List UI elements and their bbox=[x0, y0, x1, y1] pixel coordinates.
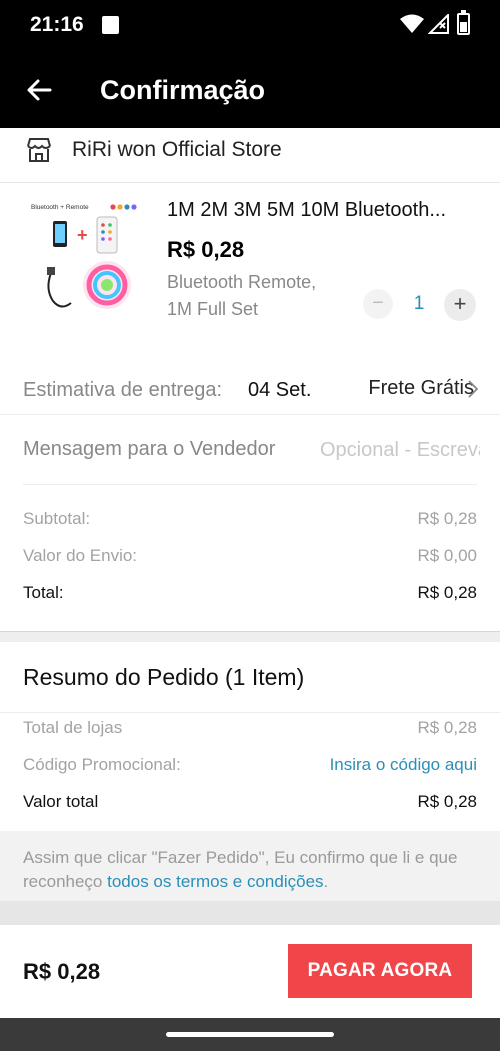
back-arrow-icon[interactable] bbox=[24, 74, 56, 106]
product-image: Bluetooth + Remote + bbox=[31, 204, 137, 309]
store-total-value: R$ 0,28 bbox=[417, 583, 477, 602]
signal-icon bbox=[428, 14, 449, 34]
delivery-row: Estimativa de entrega: 04 Set. Frete Grá… bbox=[0, 363, 500, 415]
seller-message-label: Mensagem para o Vendedor bbox=[23, 438, 276, 460]
shipping-cost-value: R$ 0,00 bbox=[417, 546, 477, 565]
product-thumbnail[interactable]: Bluetooth + Remote + bbox=[25, 199, 143, 319]
product-item: Bluetooth + Remote + 1M 2M 3M 5M 10M Blu… bbox=[0, 183, 500, 343]
grand-total-value: R$ 0,28 bbox=[417, 792, 477, 811]
system-nav-bar bbox=[0, 1018, 500, 1051]
notification-icon bbox=[102, 16, 119, 34]
wifi-icon bbox=[400, 14, 424, 33]
thumb-caption: Bluetooth + Remote bbox=[31, 204, 89, 211]
chevron-right-icon[interactable] bbox=[468, 380, 478, 398]
store-icon bbox=[27, 138, 51, 162]
quantity-value: 1 bbox=[413, 293, 425, 314]
terms-link[interactable]: todos os termos e condições bbox=[107, 872, 323, 891]
status-time: 21:16 bbox=[30, 13, 84, 36]
shipping-label: Frete Grátis bbox=[368, 377, 474, 399]
store-summary: Subtotal: R$ 0,28 Valor do Envio: R$ 0,0… bbox=[0, 505, 500, 616]
promo-code-row: Código Promocional: Insira o código aqui bbox=[0, 751, 500, 788]
home-gesture-handle[interactable] bbox=[166, 1032, 334, 1037]
status-bar: 21:16 bbox=[0, 0, 500, 52]
app-bar: Confirmação bbox=[0, 52, 500, 128]
store-header[interactable]: RiRi won Official Store bbox=[0, 128, 500, 183]
pay-now-button[interactable]: PAGAR AGORA bbox=[288, 944, 472, 998]
section-divider bbox=[0, 631, 500, 642]
shipping-cost-label: Valor do Envio: bbox=[23, 546, 138, 565]
product-name[interactable]: 1M 2M 3M 5M 10M Bluetooth... bbox=[167, 199, 480, 222]
grand-total-label: Valor total bbox=[23, 792, 99, 811]
checkout-footer: R$ 0,28 PAGAR AGORA bbox=[0, 925, 500, 1018]
total-stores-row: Total de lojas R$ 0,28 bbox=[0, 714, 500, 751]
divider bbox=[0, 712, 500, 713]
promo-code-link[interactable]: Insira o código aqui bbox=[330, 755, 477, 775]
battery-icon bbox=[457, 10, 470, 35]
delivery-date: 04 Set. bbox=[248, 379, 312, 401]
svg-text:+: + bbox=[77, 225, 88, 245]
subtotal-label: Subtotal: bbox=[23, 509, 91, 528]
subtotal-row: Subtotal: R$ 0,28 bbox=[0, 505, 500, 542]
total-stores-label: Total de lojas bbox=[23, 718, 123, 737]
subtotal-value: R$ 0,28 bbox=[417, 509, 477, 528]
divider bbox=[23, 484, 477, 485]
terms-notice: Assim que clicar "Fazer Pedido", Eu conf… bbox=[0, 831, 500, 901]
product-variant: Bluetooth Remote, 1M Full Set bbox=[167, 269, 347, 323]
delivery-estimate-label: Estimativa de entrega: bbox=[23, 379, 222, 401]
grand-total-row: Valor total R$ 0,28 bbox=[0, 788, 500, 825]
store-total-row: Total: R$ 0,28 bbox=[0, 579, 500, 616]
store-total-label: Total: bbox=[23, 583, 64, 602]
seller-message-input[interactable] bbox=[320, 435, 480, 465]
product-price: R$ 0,28 bbox=[167, 237, 245, 262]
shipping-option[interactable]: Frete Grátis bbox=[368, 377, 474, 400]
footer-total: R$ 0,28 bbox=[23, 959, 101, 984]
section-divider bbox=[0, 901, 500, 925]
decrease-quantity-button[interactable]: − bbox=[363, 289, 393, 319]
page-title: Confirmação bbox=[100, 75, 266, 105]
total-stores-value: R$ 0,28 bbox=[417, 718, 477, 737]
increase-quantity-button[interactable]: + bbox=[444, 289, 476, 321]
product-variant-line1: Bluetooth Remote, bbox=[167, 272, 317, 292]
product-variant-line2: 1M Full Set bbox=[167, 299, 259, 319]
terms-end: . bbox=[323, 872, 329, 891]
shipping-cost-row: Valor do Envio: R$ 0,00 bbox=[0, 542, 500, 579]
store-name: RiRi won Official Store bbox=[72, 138, 282, 161]
seller-message-row: Mensagem para o Vendedor bbox=[0, 420, 500, 485]
order-summary-heading: Resumo do Pedido (1 Item) bbox=[23, 664, 305, 690]
promo-code-label: Código Promocional: bbox=[23, 755, 181, 774]
